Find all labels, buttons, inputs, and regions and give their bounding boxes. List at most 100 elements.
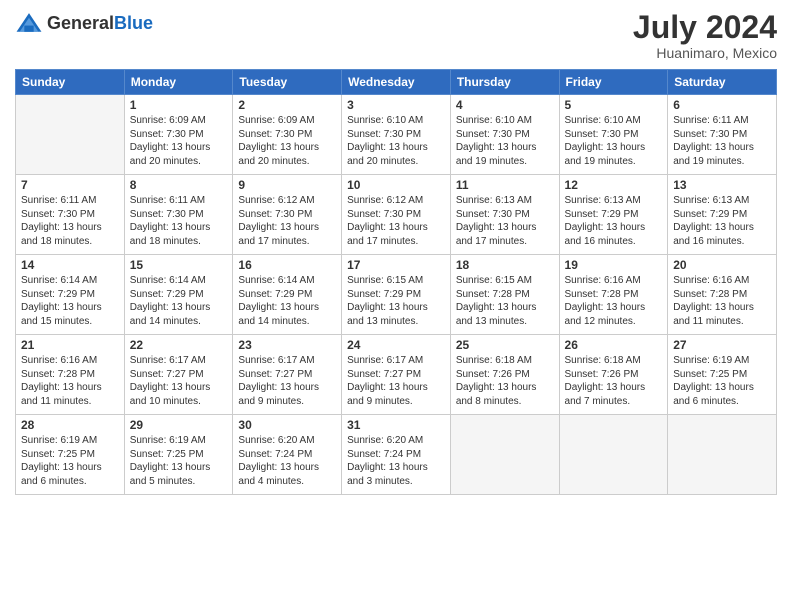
calendar-cell: 26 Sunrise: 6:18 AMSunset: 7:26 PMDayligh… xyxy=(559,335,668,415)
day-info: Sunrise: 6:19 AMSunset: 7:25 PMDaylight:… xyxy=(673,354,771,408)
calendar-week-row: 21 Sunrise: 6:16 AMSunset: 7:28 PMDayligh… xyxy=(16,335,777,415)
calendar-cell: 24 Sunrise: 6:17 AMSunset: 7:27 PMDayligh… xyxy=(342,335,451,415)
calendar-cell: 30 Sunrise: 6:20 AMSunset: 7:24 PMDayligh… xyxy=(233,415,342,495)
calendar-cell xyxy=(16,95,125,175)
day-info: Sunrise: 6:17 AMSunset: 7:27 PMDaylight:… xyxy=(347,354,445,408)
day-number: 25 xyxy=(456,338,554,352)
day-info: Sunrise: 6:10 AMSunset: 7:30 PMDaylight:… xyxy=(456,114,554,168)
day-number: 16 xyxy=(238,258,336,272)
day-info: Sunrise: 6:10 AMSunset: 7:30 PMDaylight:… xyxy=(347,114,445,168)
logo-text: GeneralBlue xyxy=(47,14,153,34)
day-number: 1 xyxy=(130,98,228,112)
day-header-monday: Monday xyxy=(124,70,233,95)
day-header-thursday: Thursday xyxy=(450,70,559,95)
day-number: 28 xyxy=(21,418,119,432)
day-number: 26 xyxy=(565,338,663,352)
day-info: Sunrise: 6:13 AMSunset: 7:29 PMDaylight:… xyxy=(565,194,663,248)
calendar-cell xyxy=(668,415,777,495)
day-number: 3 xyxy=(347,98,445,112)
calendar-header-row: SundayMondayTuesdayWednesdayThursdayFrid… xyxy=(16,70,777,95)
calendar-cell: 9 Sunrise: 6:12 AMSunset: 7:30 PMDaylight… xyxy=(233,175,342,255)
day-info: Sunrise: 6:11 AMSunset: 7:30 PMDaylight:… xyxy=(21,194,119,248)
calendar-cell: 27 Sunrise: 6:19 AMSunset: 7:25 PMDayligh… xyxy=(668,335,777,415)
day-info: Sunrise: 6:14 AMSunset: 7:29 PMDaylight:… xyxy=(21,274,119,328)
day-header-saturday: Saturday xyxy=(668,70,777,95)
title-block: July 2024 Huanimaro, Mexico xyxy=(633,10,777,61)
calendar-cell: 7Sunrise: 6:11 AMSunset: 7:30 PMDaylight… xyxy=(16,175,125,255)
day-info: Sunrise: 6:19 AMSunset: 7:25 PMDaylight:… xyxy=(21,434,119,488)
day-number: 24 xyxy=(347,338,445,352)
day-number: 13 xyxy=(673,178,771,192)
day-number: 29 xyxy=(130,418,228,432)
day-info: Sunrise: 6:18 AMSunset: 7:26 PMDaylight:… xyxy=(565,354,663,408)
calendar-cell: 8Sunrise: 6:11 AMSunset: 7:30 PMDaylight… xyxy=(124,175,233,255)
logo-blue: Blue xyxy=(114,13,153,33)
calendar-week-row: 14Sunrise: 6:14 AMSunset: 7:29 PMDayligh… xyxy=(16,255,777,335)
day-info: Sunrise: 6:19 AMSunset: 7:25 PMDaylight:… xyxy=(130,434,228,488)
day-header-tuesday: Tuesday xyxy=(233,70,342,95)
day-info: Sunrise: 6:10 AMSunset: 7:30 PMDaylight:… xyxy=(565,114,663,168)
day-number: 22 xyxy=(130,338,228,352)
day-number: 10 xyxy=(347,178,445,192)
day-number: 9 xyxy=(238,178,336,192)
day-info: Sunrise: 6:12 AMSunset: 7:30 PMDaylight:… xyxy=(347,194,445,248)
calendar-week-row: 28 Sunrise: 6:19 AMSunset: 7:25 PMDayligh… xyxy=(16,415,777,495)
calendar-week-row: 1Sunrise: 6:09 AMSunset: 7:30 PMDaylight… xyxy=(16,95,777,175)
calendar-cell: 23Sunrise: 6:17 AMSunset: 7:27 PMDayligh… xyxy=(233,335,342,415)
calendar-cell: 28 Sunrise: 6:19 AMSunset: 7:25 PMDayligh… xyxy=(16,415,125,495)
day-info: Sunrise: 6:16 AMSunset: 7:28 PMDaylight:… xyxy=(565,274,663,328)
calendar-cell: 4Sunrise: 6:10 AMSunset: 7:30 PMDaylight… xyxy=(450,95,559,175)
day-number: 19 xyxy=(565,258,663,272)
day-number: 12 xyxy=(565,178,663,192)
day-info: Sunrise: 6:20 AMSunset: 7:24 PMDaylight:… xyxy=(347,434,445,488)
calendar-cell: 11Sunrise: 6:13 AMSunset: 7:30 PMDayligh… xyxy=(450,175,559,255)
day-info: Sunrise: 6:13 AMSunset: 7:29 PMDaylight:… xyxy=(673,194,771,248)
day-number: 8 xyxy=(130,178,228,192)
header: GeneralBlue July 2024 Huanimaro, Mexico xyxy=(15,10,777,61)
day-info: Sunrise: 6:11 AMSunset: 7:30 PMDaylight:… xyxy=(673,114,771,168)
calendar-table: SundayMondayTuesdayWednesdayThursdayFrid… xyxy=(15,69,777,495)
day-header-wednesday: Wednesday xyxy=(342,70,451,95)
location: Huanimaro, Mexico xyxy=(633,45,777,61)
day-info: Sunrise: 6:18 AMSunset: 7:26 PMDaylight:… xyxy=(456,354,554,408)
day-info: Sunrise: 6:20 AMSunset: 7:24 PMDaylight:… xyxy=(238,434,336,488)
calendar-week-row: 7Sunrise: 6:11 AMSunset: 7:30 PMDaylight… xyxy=(16,175,777,255)
day-number: 27 xyxy=(673,338,771,352)
day-header-sunday: Sunday xyxy=(16,70,125,95)
calendar-cell: 6Sunrise: 6:11 AMSunset: 7:30 PMDaylight… xyxy=(668,95,777,175)
day-info: Sunrise: 6:16 AMSunset: 7:28 PMDaylight:… xyxy=(21,354,119,408)
logo-icon xyxy=(15,10,43,38)
calendar-cell: 10 Sunrise: 6:12 AMSunset: 7:30 PMDayligh… xyxy=(342,175,451,255)
calendar-cell: 3 Sunrise: 6:10 AMSunset: 7:30 PMDaylight… xyxy=(342,95,451,175)
day-info: Sunrise: 6:17 AMSunset: 7:27 PMDaylight:… xyxy=(238,354,336,408)
calendar-cell: 12 Sunrise: 6:13 AMSunset: 7:29 PMDayligh… xyxy=(559,175,668,255)
day-number: 21 xyxy=(21,338,119,352)
calendar-cell: 25 Sunrise: 6:18 AMSunset: 7:26 PMDayligh… xyxy=(450,335,559,415)
day-info: Sunrise: 6:15 AMSunset: 7:28 PMDaylight:… xyxy=(456,274,554,328)
calendar-cell: 17Sunrise: 6:15 AMSunset: 7:29 PMDayligh… xyxy=(342,255,451,335)
day-info: Sunrise: 6:16 AMSunset: 7:28 PMDaylight:… xyxy=(673,274,771,328)
day-info: Sunrise: 6:12 AMSunset: 7:30 PMDaylight:… xyxy=(238,194,336,248)
day-number: 5 xyxy=(565,98,663,112)
calendar-cell: 14Sunrise: 6:14 AMSunset: 7:29 PMDayligh… xyxy=(16,255,125,335)
day-number: 30 xyxy=(238,418,336,432)
calendar-cell: 13 Sunrise: 6:13 AMSunset: 7:29 PMDayligh… xyxy=(668,175,777,255)
calendar-cell: 5 Sunrise: 6:10 AMSunset: 7:30 PMDaylight… xyxy=(559,95,668,175)
calendar-cell: 2Sunrise: 6:09 AMSunset: 7:30 PMDaylight… xyxy=(233,95,342,175)
day-number: 2 xyxy=(238,98,336,112)
day-info: Sunrise: 6:14 AMSunset: 7:29 PMDaylight:… xyxy=(238,274,336,328)
day-number: 20 xyxy=(673,258,771,272)
month-year: July 2024 xyxy=(633,10,777,45)
calendar-cell: 20 Sunrise: 6:16 AMSunset: 7:28 PMDayligh… xyxy=(668,255,777,335)
calendar-cell: 15Sunrise: 6:14 AMSunset: 7:29 PMDayligh… xyxy=(124,255,233,335)
calendar-cell: 18 Sunrise: 6:15 AMSunset: 7:28 PMDayligh… xyxy=(450,255,559,335)
calendar-cell xyxy=(559,415,668,495)
calendar-cell: 29 Sunrise: 6:19 AMSunset: 7:25 PMDayligh… xyxy=(124,415,233,495)
calendar-cell: 16 Sunrise: 6:14 AMSunset: 7:29 PMDayligh… xyxy=(233,255,342,335)
day-number: 15 xyxy=(130,258,228,272)
calendar-cell: 31Sunrise: 6:20 AMSunset: 7:24 PMDayligh… xyxy=(342,415,451,495)
day-header-friday: Friday xyxy=(559,70,668,95)
day-number: 18 xyxy=(456,258,554,272)
calendar-cell: 19 Sunrise: 6:16 AMSunset: 7:28 PMDayligh… xyxy=(559,255,668,335)
logo: GeneralBlue xyxy=(15,10,153,38)
